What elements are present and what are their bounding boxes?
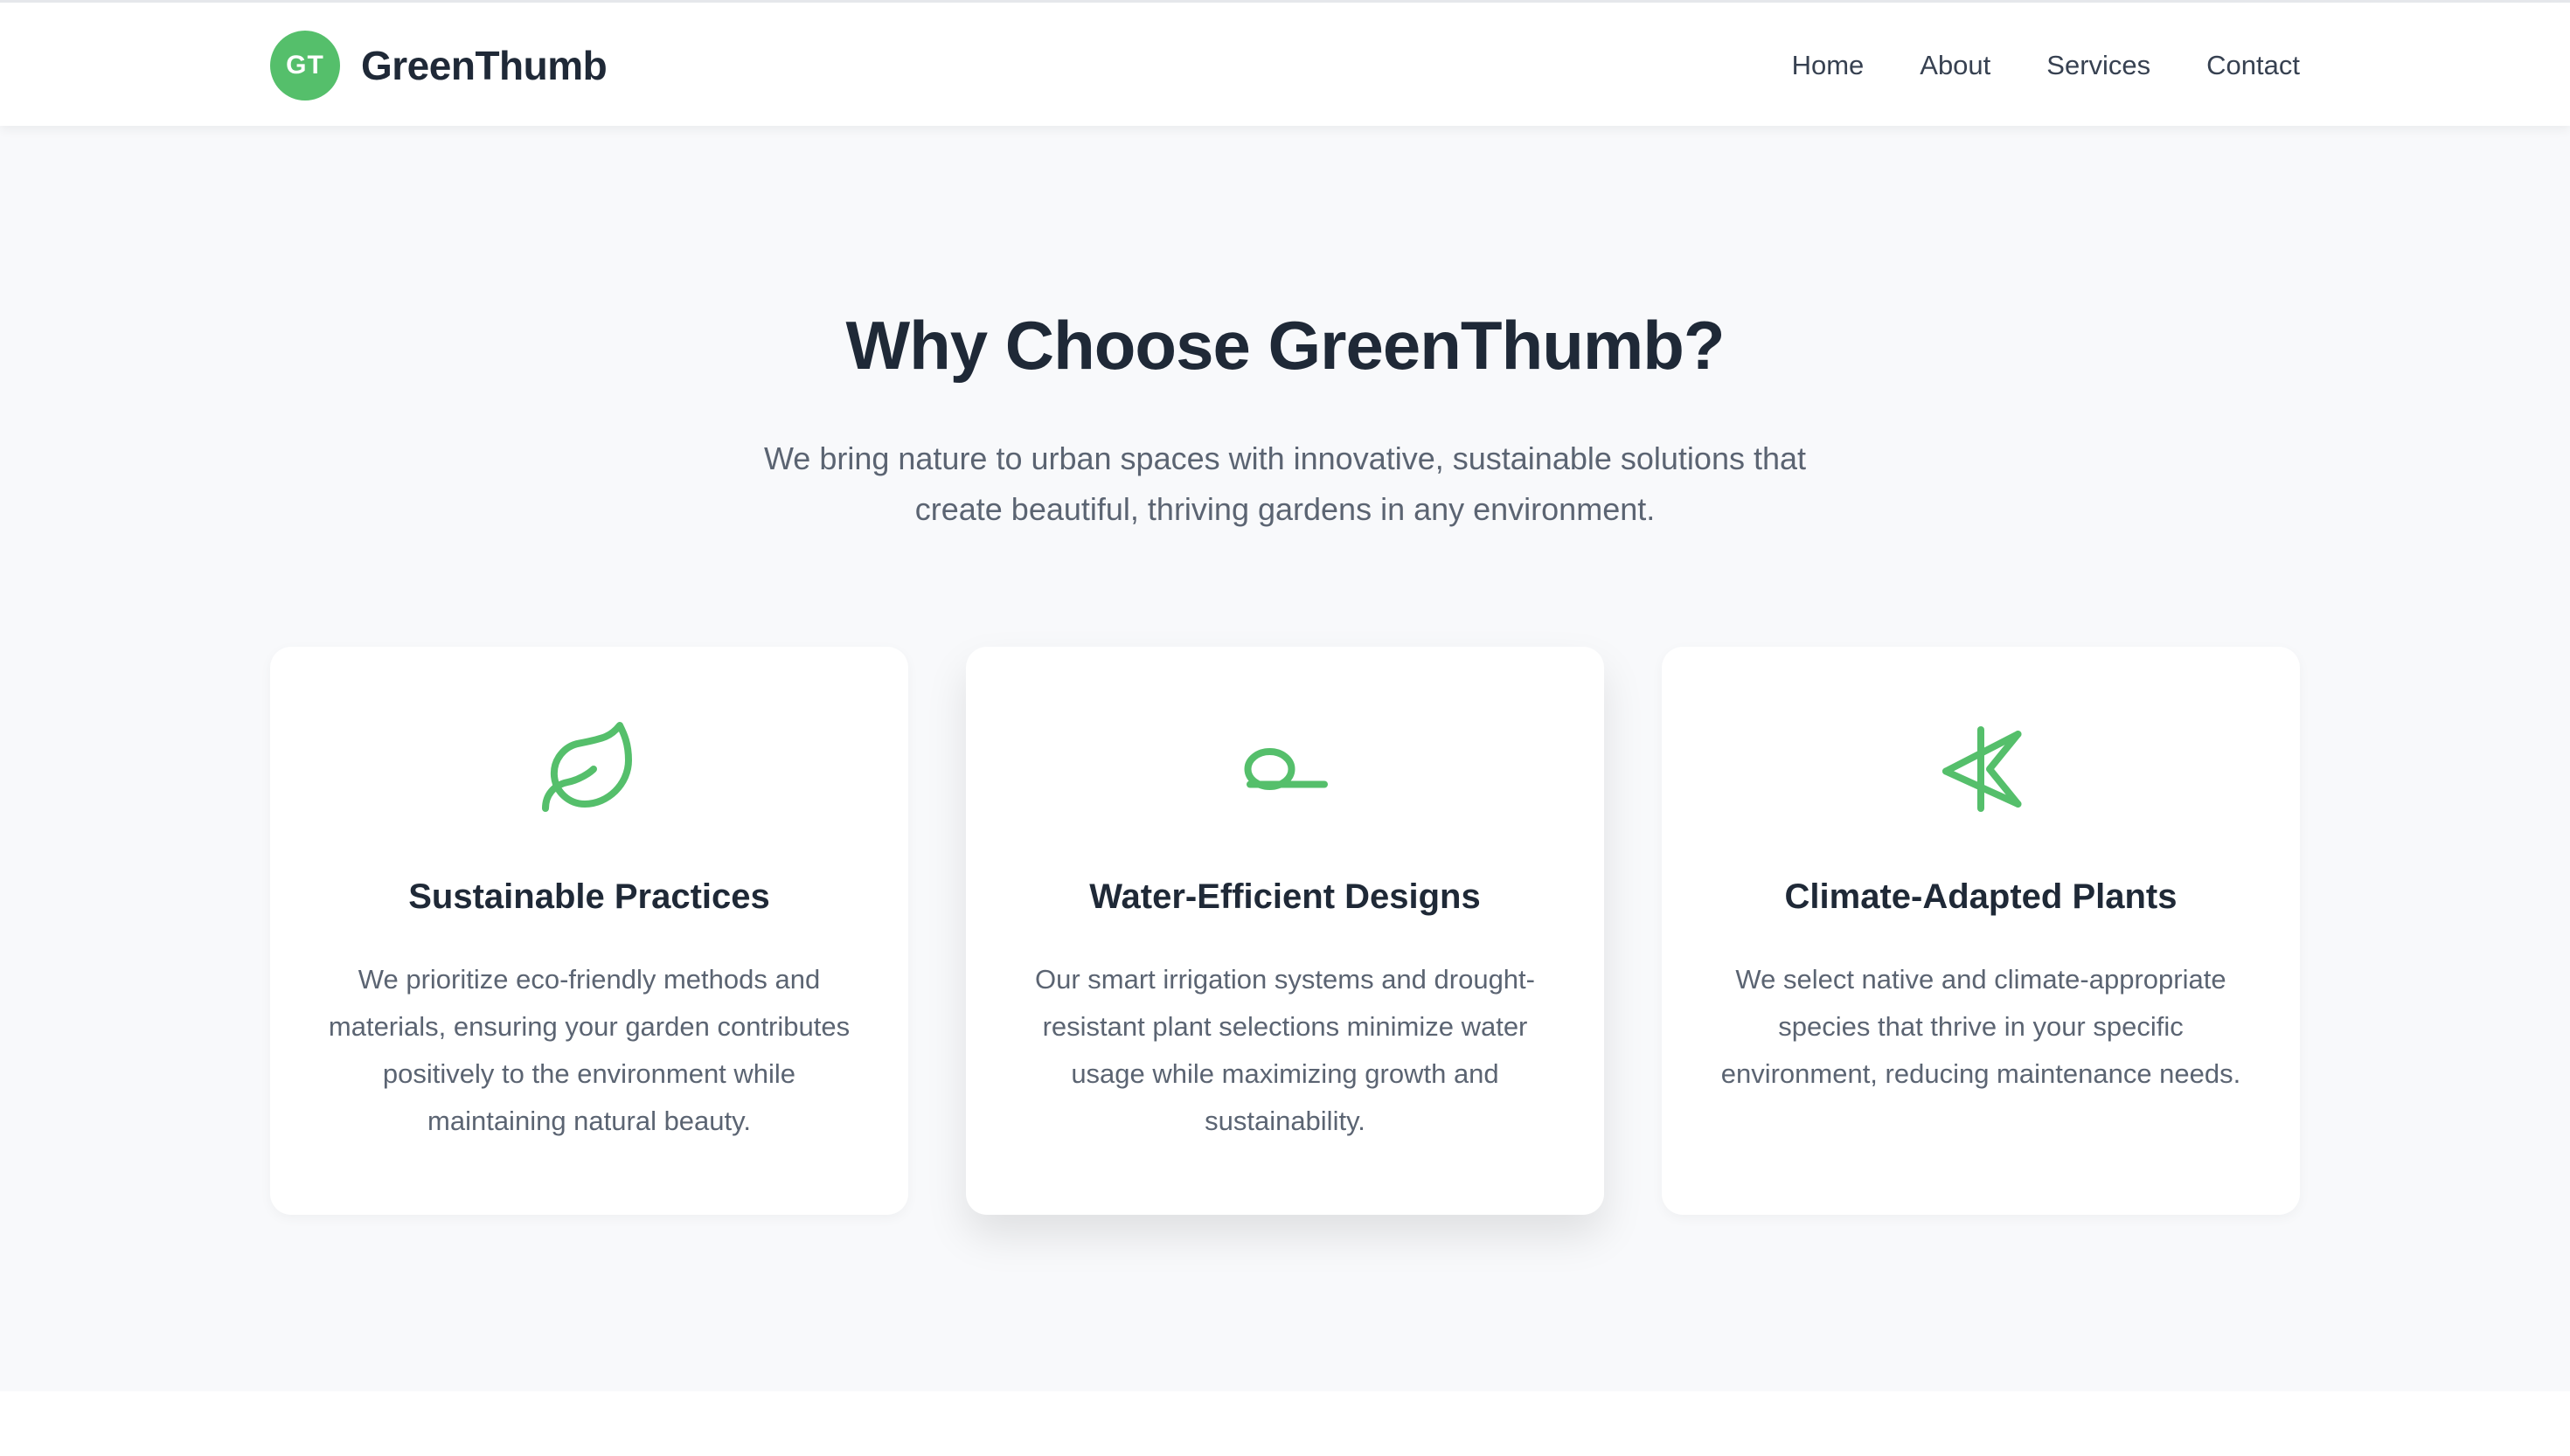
logo[interactable]: GT GreenThumb [270, 31, 608, 101]
nav-link-contact[interactable]: Contact [2206, 50, 2300, 81]
features-section: Why Choose GreenThumb? We bring nature t… [0, 126, 2570, 1391]
nav-link-about[interactable]: About [1920, 50, 1990, 81]
climate-plant-icon [1662, 717, 2300, 822]
leaf-icon [270, 717, 908, 822]
water-icon [966, 717, 1604, 822]
site-header: GT GreenThumb Home About Services Contac… [0, 0, 2570, 126]
nav-link-home[interactable]: Home [1792, 50, 1865, 81]
feature-card-climate: Climate-Adapted Plants We select native … [1662, 647, 2300, 1215]
logo-badge: GT [270, 31, 340, 101]
feature-card-sustainable: Sustainable Practices We prioritize eco-… [270, 647, 908, 1215]
page: GT GreenThumb Home About Services Contac… [0, 0, 2570, 1456]
section-title: Why Choose GreenThumb? [845, 307, 1725, 384]
feature-description: Our smart irrigation systems and drought… [1035, 964, 1535, 1136]
feature-title: Climate-Adapted Plants [1784, 877, 2178, 916]
feature-title: Water-Efficient Designs [1089, 877, 1481, 916]
nav-link-services[interactable]: Services [2046, 50, 2150, 81]
feature-description: We prioritize eco-friendly methods and m… [328, 964, 851, 1136]
feature-card-water: Water-Efficient Designs Our smart irriga… [966, 647, 1604, 1215]
main-nav: Home About Services Contact [1792, 31, 2300, 101]
section-subtitle: We bring nature to urban spaces with inn… [763, 440, 1807, 527]
feature-description: We select native and climate-appropriate… [1720, 964, 2241, 1089]
feature-cards: Sustainable Practices We prioritize eco-… [270, 647, 2300, 1215]
feature-title: Sustainable Practices [408, 877, 770, 916]
brand-name: GreenThumb [361, 43, 608, 88]
